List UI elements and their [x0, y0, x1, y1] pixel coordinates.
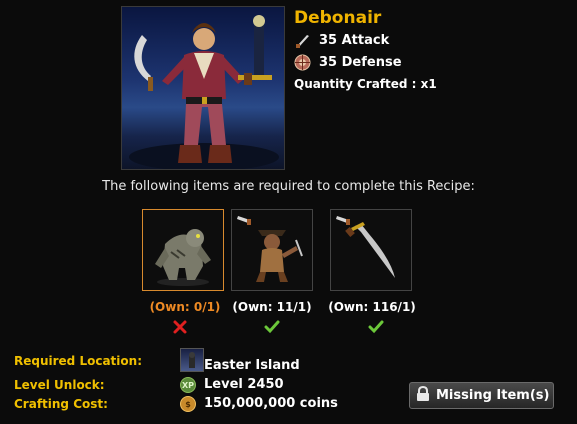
xp-icon: XP: [180, 377, 196, 393]
level-unlock-value: Level 2450: [204, 377, 284, 392]
crafting-cost-label: Crafting Cost:: [14, 397, 108, 411]
level-unlock-label: Level Unlock:: [14, 378, 105, 392]
ingredient-slot-2[interactable]: [231, 209, 313, 291]
required-location-label: Required Location:: [14, 354, 142, 368]
crafting-cost-value: 150,000,000 coins: [204, 396, 338, 411]
item-title: Debonair: [294, 8, 382, 28]
ingredient-slot-3[interactable]: [330, 209, 412, 291]
ingredient-1-own-count: (Own: 0/1): [149, 300, 221, 314]
ingredient-slot-1[interactable]: [142, 209, 224, 291]
checkmark-icon: [368, 319, 384, 335]
pirate-captain-image: [129, 15, 279, 169]
missing-x-icon: [172, 319, 188, 335]
defense-text: 35 Defense: [319, 55, 402, 70]
required-location-value: Easter Island: [204, 358, 300, 373]
ingredient-3-own-count: (Own: 116/1): [328, 300, 416, 314]
ingredient-2-own-count: (Own: 11/1): [232, 300, 312, 314]
location-thumbnail: [180, 348, 204, 372]
defense-stat: 35 Defense: [294, 54, 402, 71]
attack-stat: 35 Attack: [294, 32, 389, 49]
attack-icon: [294, 32, 311, 49]
recipe-requirement-text: The following items are required to comp…: [102, 179, 475, 194]
pirate-monkey-icon: [237, 216, 303, 282]
coin-icon: $: [180, 396, 196, 412]
missing-items-button[interactable]: Missing Item(s): [409, 382, 554, 409]
lock-icon: [416, 385, 430, 406]
quantity-crafted: Quantity Crafted : x1: [294, 77, 437, 91]
item-portrait: [121, 6, 285, 170]
attack-text: 35 Attack: [319, 33, 390, 48]
defense-icon: [294, 54, 311, 71]
beast-creature-icon: [155, 229, 211, 286]
curved-sword-icon: [336, 216, 395, 278]
missing-items-label: Missing Item(s): [436, 388, 550, 403]
checkmark-icon: [264, 319, 280, 335]
